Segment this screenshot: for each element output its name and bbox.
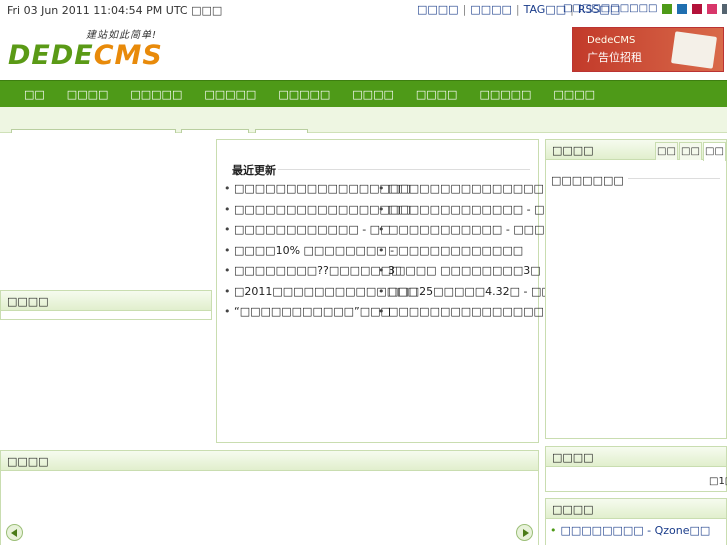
top-link-2[interactable]: □□□□	[470, 3, 512, 16]
nav-item[interactable]: □□□□	[67, 88, 109, 101]
panel-title: □□□□	[7, 295, 49, 308]
list-item[interactable]: □□□□□□□□□□□□□□□	[378, 305, 552, 326]
panel-header: □□□□	[1, 291, 211, 311]
tab-3-active[interactable]: □□	[703, 142, 726, 161]
tab-2[interactable]: □□	[679, 142, 702, 160]
tag-link[interactable]: TAG□□	[524, 3, 567, 16]
skin-swatch-pink[interactable]	[707, 3, 718, 14]
panel-header: □□□□	[546, 447, 726, 467]
skin-label: □□□□□□□□□□	[563, 3, 658, 14]
panel-header: □□□□	[546, 499, 726, 519]
site-logo[interactable]: 建站如此简单! DEDECMS	[8, 26, 178, 71]
focus-tab-2[interactable]	[181, 129, 249, 133]
bullet: •	[550, 524, 557, 537]
list-item[interactable]: □□□□□□□□□□□ - □□□	[378, 223, 552, 244]
logo-slogan: 建站如此简单!	[86, 30, 158, 41]
panel-title: □□□□	[552, 451, 594, 464]
panel-title: □□□□	[7, 455, 49, 468]
ad-brand: DedeCMS	[587, 35, 636, 46]
list-item[interactable]: □□□□□□□□□□□□□□□	[378, 182, 552, 203]
nav-item[interactable]: □□□□	[352, 88, 394, 101]
ad-board-image	[670, 31, 718, 69]
pager[interactable]: □1□	[709, 476, 727, 487]
skin-switcher: □□□□□□□□□□	[563, 3, 727, 14]
bottom-panel: □□□□	[0, 450, 539, 545]
panel-header: □□□□	[1, 451, 538, 471]
nav-item[interactable]: □□□□	[553, 88, 595, 101]
list-item[interactable]: □□□□□□□□□□□□□ - □	[378, 203, 552, 224]
top-bar: Fri 03 Jun 2011 11:04:54 PM UTC □□□ □□□□…	[0, 0, 727, 20]
separator: |	[515, 3, 520, 16]
nav-item-home[interactable]: □□	[24, 88, 45, 101]
right-bottom-panel: □□□□	[545, 498, 727, 545]
divider	[628, 178, 720, 179]
nav-item[interactable]: □□□□□	[204, 88, 256, 101]
right-mid-panel: □□□□	[545, 446, 727, 492]
right-main-text: □□□□□□□	[551, 174, 624, 187]
separator: |	[462, 3, 467, 16]
ad-banner[interactable]: DedeCMS 广告位招租	[572, 27, 724, 72]
top-link-1[interactable]: □□□□	[417, 3, 459, 16]
nav-item[interactable]: □□□□□	[278, 88, 330, 101]
nav-item[interactable]: □□□□□	[479, 88, 531, 101]
focus-tab-1[interactable]	[11, 129, 176, 133]
scroll-right-arrow-icon[interactable]	[516, 524, 533, 541]
skin-swatch-green[interactable]	[662, 3, 673, 14]
panel-title: □□□□	[552, 144, 594, 157]
tab-1[interactable]: □□	[655, 142, 678, 160]
skin-swatch-gray[interactable]	[722, 3, 727, 14]
scroll-left-arrow-icon[interactable]	[6, 524, 23, 541]
skin-swatch-blue[interactable]	[677, 3, 688, 14]
current-date: Fri 03 Jun 2011 11:04:54 PM UTC □□□	[7, 4, 223, 17]
focus-tab-3[interactable]	[255, 129, 308, 133]
list-item[interactable]: • □□□□□□□□ - Qzone□□	[550, 524, 710, 537]
recent-list-right: □□□□□□□□□□□□□□□ □□□□□□□□□□□□□ - □ □□□□□□…	[378, 182, 552, 326]
list-item[interactable]: 3□□□□ □□□□□□□□3□	[378, 264, 552, 285]
logo-wordmark: DEDECMS	[8, 40, 163, 71]
list-item[interactable]: □□□□□□□□□□□□□	[378, 244, 552, 265]
recent-updates-title: 最近更新	[232, 164, 276, 177]
panel-title: □□□□	[552, 503, 594, 516]
main-nav: □□ □□□□ □□□□□ □□□□□ □□□□□ □□□□ □□□□ □□□□…	[0, 80, 727, 107]
divider	[278, 169, 530, 170]
ad-text: 广告位招租	[587, 51, 642, 64]
left-panel: □□□□	[0, 290, 212, 320]
nav-item[interactable]: □□□□	[416, 88, 458, 101]
right-tabs: □□ □□ □□	[654, 142, 726, 161]
skin-swatch-red[interactable]	[692, 3, 703, 14]
nav-item[interactable]: □□□□□	[130, 88, 182, 101]
list-item[interactable]: □□□25□□□□□4.32□ - □□	[378, 285, 552, 306]
